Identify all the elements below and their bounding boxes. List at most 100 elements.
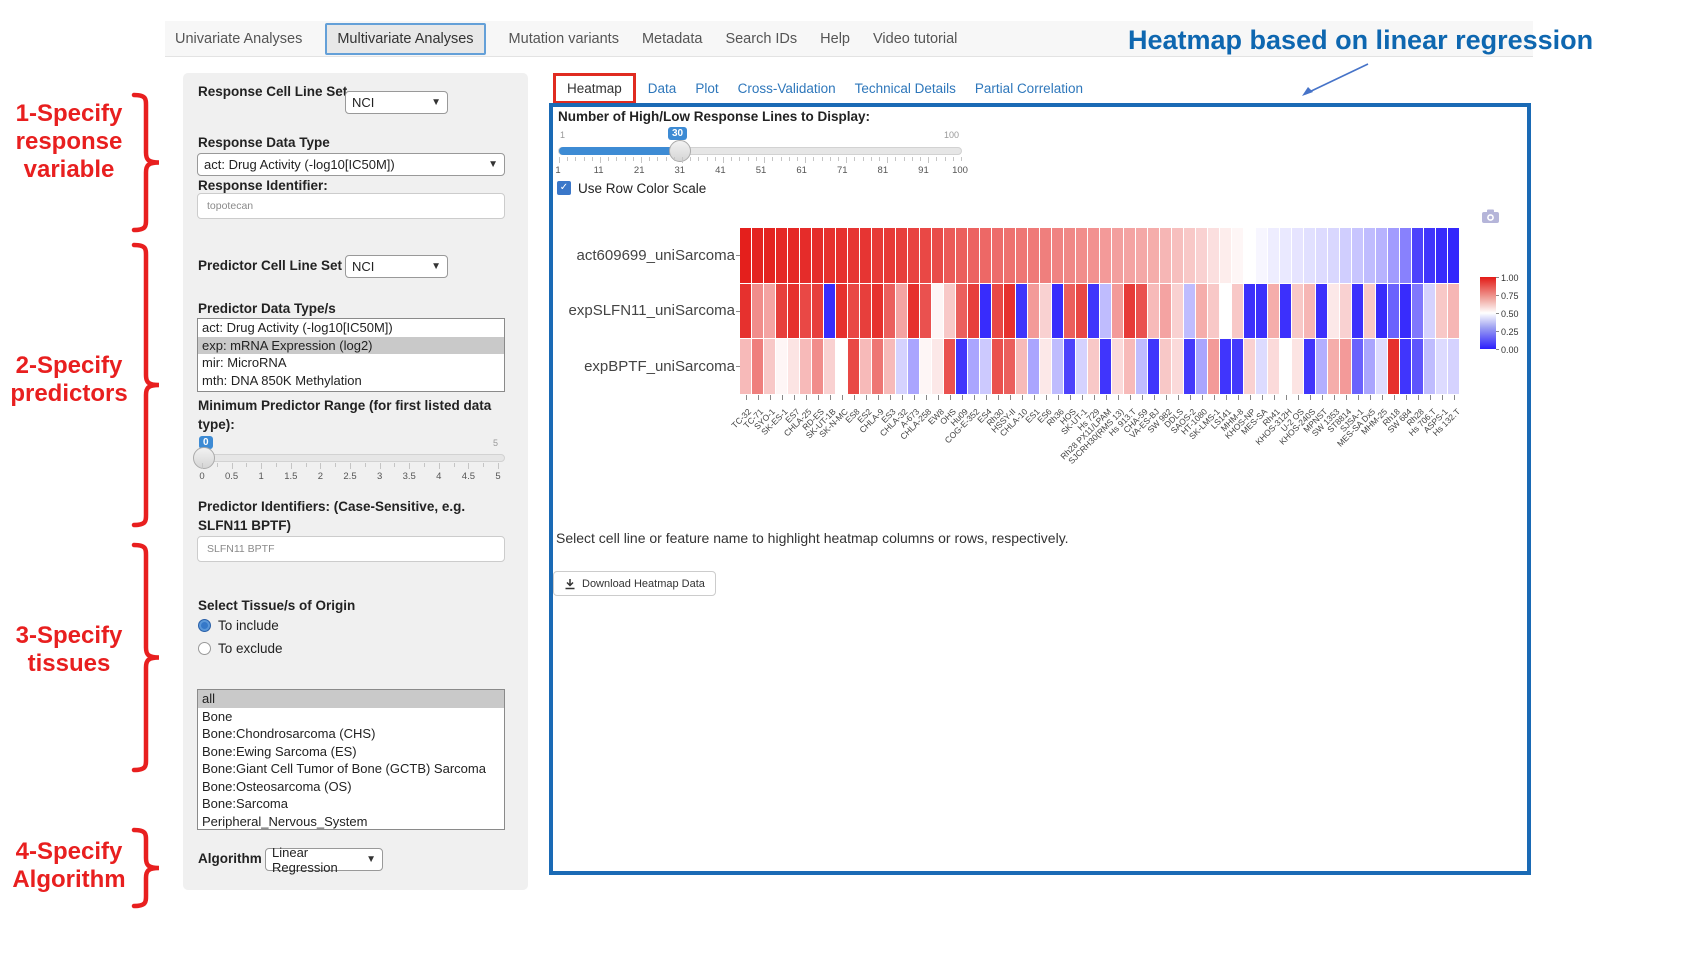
- heatmap-cell: [884, 284, 895, 339]
- heatmap-cell: [1328, 284, 1339, 339]
- heatmap-cell: [848, 339, 859, 394]
- heatmap-cell: [1148, 284, 1159, 339]
- tab-heatmap[interactable]: Heatmap: [553, 73, 636, 104]
- row-color-scale-checkbox[interactable]: ✓: [557, 181, 571, 195]
- slider-tick: [928, 157, 929, 163]
- heatmap-cell: [1112, 228, 1123, 283]
- predictor-type-option[interactable]: mth: DNA 850K Methylation: [198, 372, 504, 390]
- tissue-option[interactable]: Bone: [198, 708, 504, 726]
- heatmap-panel: [549, 103, 1531, 875]
- heatmap-cell: [1304, 228, 1315, 283]
- nav-item-mutation-variants[interactable]: Mutation variants: [509, 31, 619, 47]
- slider-tick: [871, 157, 872, 161]
- heatmap-cell: [1160, 228, 1171, 283]
- slider-tick: [674, 157, 675, 161]
- heatmap-cell: [1376, 284, 1387, 339]
- tab-data[interactable]: Data: [648, 81, 677, 96]
- slider-tick: [320, 463, 321, 469]
- axis-tick: [866, 395, 867, 400]
- predictor-cell-line-set-select[interactable]: NCI ▼: [345, 255, 448, 278]
- heatmap-cell: [1400, 284, 1411, 339]
- slider-tick-label: 31: [675, 165, 686, 176]
- nav-item-search-ids[interactable]: Search IDs: [725, 31, 797, 47]
- slider-tick: [715, 157, 716, 161]
- min-range-slider-track[interactable]: [197, 454, 505, 462]
- tissue-option[interactable]: Bone:Chondrosarcoma (CHS): [198, 725, 504, 743]
- axis-tick: [1094, 395, 1095, 400]
- heatmap-cell: [1424, 284, 1435, 339]
- tab-technical-details[interactable]: Technical Details: [855, 81, 956, 96]
- annotation-brace: [134, 830, 159, 906]
- slider-tick-label: 0: [199, 471, 204, 482]
- camera-icon[interactable]: [1481, 208, 1501, 224]
- heatmap-cell: [1184, 284, 1195, 339]
- min-range-slider-handle[interactable]: [193, 447, 215, 469]
- heatmap-cell: [1256, 228, 1267, 283]
- heatmap-cell: [1268, 284, 1279, 339]
- slider-tick: [781, 157, 782, 161]
- heatmap-cell: [1088, 228, 1099, 283]
- tissue-option[interactable]: Bone:Ewing Sarcoma (ES): [198, 743, 504, 761]
- predictor-type-option[interactable]: act: Drug Activity (-log10[IC50M]): [198, 319, 504, 337]
- tissue-option[interactable]: Bone:Giant Cell Tumor of Bone (GCTB) Sar…: [198, 760, 504, 778]
- axis-tick: [782, 395, 783, 400]
- slider-tick: [936, 157, 937, 161]
- response-data-type-select[interactable]: act: Drug Activity (-log10[IC50M]) ▼: [197, 153, 505, 176]
- axis-tick: [854, 395, 855, 400]
- tab-cross-validation[interactable]: Cross-Validation: [738, 81, 836, 96]
- predictor-type-option[interactable]: exp: mRNA Expression (log2): [198, 337, 504, 355]
- heatmap-cell: [1352, 339, 1363, 394]
- predictor-data-types-listbox[interactable]: act: Drug Activity (-log10[IC50M])exp: m…: [197, 318, 505, 392]
- predictor-identifiers-input[interactable]: SLFN11 BPTF: [197, 536, 505, 562]
- heatmap-cell: [1316, 228, 1327, 283]
- axis-tick: [1166, 395, 1167, 400]
- heatmap-cell: [1448, 284, 1459, 339]
- tissue-option[interactable]: Peripheral_Nervous_System: [198, 813, 504, 831]
- tissue-radio-include[interactable]: To include: [198, 618, 279, 633]
- tissue-listbox[interactable]: allBoneBone:Chondrosarcoma (CHS)Bone:Ewi…: [197, 689, 505, 830]
- heatmap-row-label[interactable]: expBPTF_uniSarcoma: [584, 358, 735, 375]
- nav-item-video-tutorial[interactable]: Video tutorial: [873, 31, 957, 47]
- heatmap-cell: [1196, 284, 1207, 339]
- heatmap-cell: [1076, 284, 1087, 339]
- axis-tick: [890, 395, 891, 400]
- download-icon: [564, 578, 576, 590]
- slider-tick: [887, 157, 888, 163]
- axis-tick: [878, 395, 879, 400]
- slider-tick: [424, 463, 425, 467]
- tab-partial-correlation[interactable]: Partial Correlation: [975, 81, 1083, 96]
- tissue-option[interactable]: all: [198, 690, 504, 708]
- heatmap-cell: [1196, 339, 1207, 394]
- annotation-brace: [134, 545, 159, 770]
- nav-item-metadata[interactable]: Metadata: [642, 31, 702, 47]
- tissue-option[interactable]: Bone:Sarcoma: [198, 795, 504, 813]
- download-heatmap-data-button[interactable]: Download Heatmap Data: [553, 571, 716, 596]
- predictor-type-option[interactable]: mir: MicroRNA: [198, 354, 504, 372]
- nav-item-multivariate-analyses[interactable]: Multivariate Analyses: [325, 23, 485, 55]
- axis-tick: [1262, 395, 1263, 400]
- response-identifier-input[interactable]: topotecan: [197, 193, 505, 219]
- tab-plot[interactable]: Plot: [695, 81, 718, 96]
- axis-tick: [902, 395, 903, 400]
- axis-tick: [1178, 395, 1179, 400]
- tissue-radio-exclude[interactable]: To exclude: [198, 641, 283, 656]
- nav-item-univariate-analyses[interactable]: Univariate Analyses: [175, 31, 302, 47]
- axis-tick: [1382, 395, 1383, 400]
- heatmap-cell: [764, 339, 775, 394]
- lines-slider-handle[interactable]: [669, 140, 691, 162]
- response-cell-line-set-select[interactable]: NCI ▼: [345, 91, 448, 114]
- algorithm-select[interactable]: Linear Regression ▼: [265, 848, 383, 871]
- page: Univariate Analyses Multivariate Analyses…: [0, 0, 1700, 956]
- slider-tick: [409, 463, 410, 469]
- slider-tick: [261, 463, 262, 469]
- tissue-option[interactable]: Bone:Osteosarcoma (OS): [198, 778, 504, 796]
- heatmap-cell: [1232, 284, 1243, 339]
- colorbar-tick: [1496, 277, 1499, 278]
- heatmap-cell: [968, 339, 979, 394]
- heatmap-row-label[interactable]: act609699_uniSarcoma: [577, 247, 735, 264]
- nav-item-help[interactable]: Help: [820, 31, 850, 47]
- chevron-down-icon: ▼: [488, 159, 498, 170]
- heatmap-row-label[interactable]: expSLFN11_uniSarcoma: [569, 302, 735, 319]
- algorithm-value: Linear Regression: [272, 845, 358, 875]
- colorbar-tick: [1496, 313, 1499, 314]
